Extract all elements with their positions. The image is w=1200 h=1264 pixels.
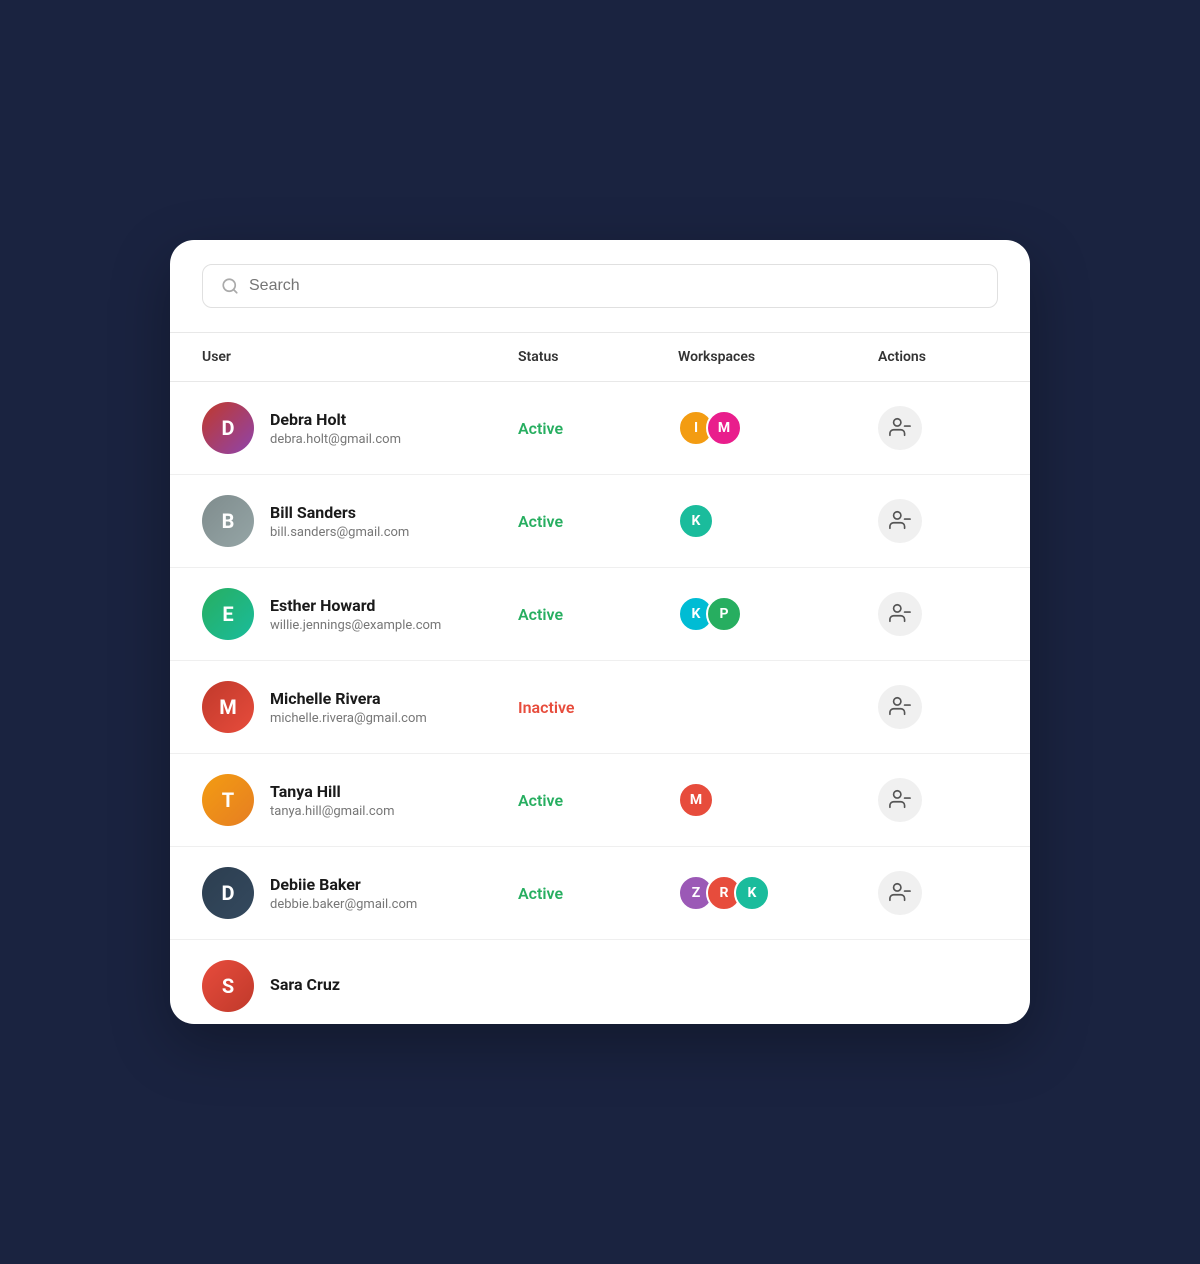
status-badge: Active: [518, 512, 678, 531]
header-workspaces: Workspaces: [678, 349, 878, 365]
user-info: Esther Howard willie.jennings@example.com: [270, 596, 441, 633]
table-row: T Tanya Hill tanya.hill@gmail.com ActiveM: [170, 754, 1030, 847]
user-info: Debiie Baker debbie.baker@gmail.com: [270, 875, 417, 912]
user-email: debra.holt@gmail.com: [270, 432, 401, 447]
user-email: debbie.baker@gmail.com: [270, 897, 417, 912]
table-row: M Michelle Rivera michelle.rivera@gmail.co…: [170, 661, 1030, 754]
avatar: D: [202, 867, 254, 919]
header-user: User: [202, 349, 518, 365]
workspaces-cell: M: [678, 782, 878, 818]
user-management-card: User Status Workspaces Actions D Debra Ho…: [170, 240, 1030, 1024]
remove-user-button[interactable]: [878, 499, 922, 543]
actions-cell: [878, 871, 998, 915]
table-body: DDebra Holtdebra.holt@gmail.comActiveIM …: [170, 382, 1030, 1024]
status-badge: Active: [518, 605, 678, 624]
status-badge: Active: [518, 419, 678, 438]
user-cell-tanya-hill: T Tanya Hill tanya.hill@gmail.com: [202, 774, 518, 826]
header-actions: Actions: [878, 349, 998, 365]
actions-cell: [878, 406, 998, 450]
user-name: Esther Howard: [270, 596, 441, 615]
workspaces-cell: ZRK: [678, 875, 878, 911]
table-row: D Debiie Baker debbie.baker@gmail.com Activ…: [170, 847, 1030, 940]
workspaces-cell: K: [678, 503, 878, 539]
workspaces-cell: KP: [678, 596, 878, 632]
user-info: Tanya Hill tanya.hill@gmail.com: [270, 782, 395, 819]
user-name: Sara Cruz: [270, 975, 340, 994]
workspace-badge: P: [706, 596, 742, 632]
actions-cell: [878, 685, 998, 729]
user-email: bill.sanders@gmail.com: [270, 525, 409, 540]
user-cell-debiie-baker: D Debiie Baker debbie.baker@gmail.com: [202, 867, 518, 919]
user-cell-bill-sanders: B Bill Sanders bill.sanders@gmail.com: [202, 495, 518, 547]
remove-user-button[interactable]: [878, 406, 922, 450]
user-email: michelle.rivera@gmail.com: [270, 711, 427, 726]
remove-user-icon: [889, 602, 911, 627]
table-row: S Sara Cruz: [170, 940, 1030, 1024]
status-badge: Active: [518, 884, 678, 903]
remove-user-icon: [889, 695, 911, 720]
user-info: Sara Cruz: [270, 975, 340, 997]
actions-cell: [878, 778, 998, 822]
avatar: D: [202, 402, 254, 454]
avatar: T: [202, 774, 254, 826]
table-header: User Status Workspaces Actions: [170, 333, 1030, 382]
workspace-badge: M: [706, 410, 742, 446]
remove-user-icon: [889, 509, 911, 534]
search-icon: [221, 277, 239, 295]
remove-user-button[interactable]: [878, 871, 922, 915]
user-email: willie.jennings@example.com: [270, 618, 441, 633]
remove-user-button[interactable]: [878, 685, 922, 729]
actions-cell: [878, 499, 998, 543]
user-name: Michelle Rivera: [270, 689, 427, 708]
user-name: Bill Sanders: [270, 503, 409, 522]
avatar: E: [202, 588, 254, 640]
user-info: Michelle Rivera michelle.rivera@gmail.com: [270, 689, 427, 726]
avatar: S: [202, 960, 254, 1012]
user-cell-debra-holt: D Debra Holt debra.holt@gmail.com: [202, 402, 518, 454]
search-input[interactable]: [249, 277, 979, 295]
workspace-badge: K: [678, 503, 714, 539]
actions-cell: [878, 592, 998, 636]
workspace-badge: K: [734, 875, 770, 911]
user-name: Tanya Hill: [270, 782, 395, 801]
user-name: Debra Holt: [270, 410, 401, 429]
table-row: E Esther Howard willie.jennings@example.co…: [170, 568, 1030, 661]
remove-user-icon: [889, 881, 911, 906]
workspaces-cell: IM: [678, 410, 878, 446]
status-badge: Inactive: [518, 698, 678, 717]
avatar: M: [202, 681, 254, 733]
user-info: Bill Sanders bill.sanders@gmail.com: [270, 503, 409, 540]
status-badge: Active: [518, 791, 678, 810]
header-status: Status: [518, 349, 678, 365]
remove-user-button[interactable]: [878, 778, 922, 822]
table-row: D Debra Holt debra.holt@gmail.com ActiveIM: [170, 382, 1030, 475]
table-row: B Bill Sanders bill.sanders@gmail.com Activ…: [170, 475, 1030, 568]
user-cell-michelle-rivera: M Michelle Rivera michelle.rivera@gmail.co…: [202, 681, 518, 733]
user-name: Debiie Baker: [270, 875, 417, 894]
search-container: [202, 264, 998, 308]
search-bar: [170, 240, 1030, 333]
user-info: Debra Holt debra.holt@gmail.com: [270, 410, 401, 447]
remove-user-icon: [889, 788, 911, 813]
user-cell-sara-cruz: S Sara Cruz: [202, 960, 518, 1012]
user-cell-esther-howard: E Esther Howard willie.jennings@example.co…: [202, 588, 518, 640]
remove-user-button[interactable]: [878, 592, 922, 636]
user-email: tanya.hill@gmail.com: [270, 804, 395, 819]
remove-user-icon: [889, 416, 911, 441]
avatar: B: [202, 495, 254, 547]
workspace-badge: M: [678, 782, 714, 818]
